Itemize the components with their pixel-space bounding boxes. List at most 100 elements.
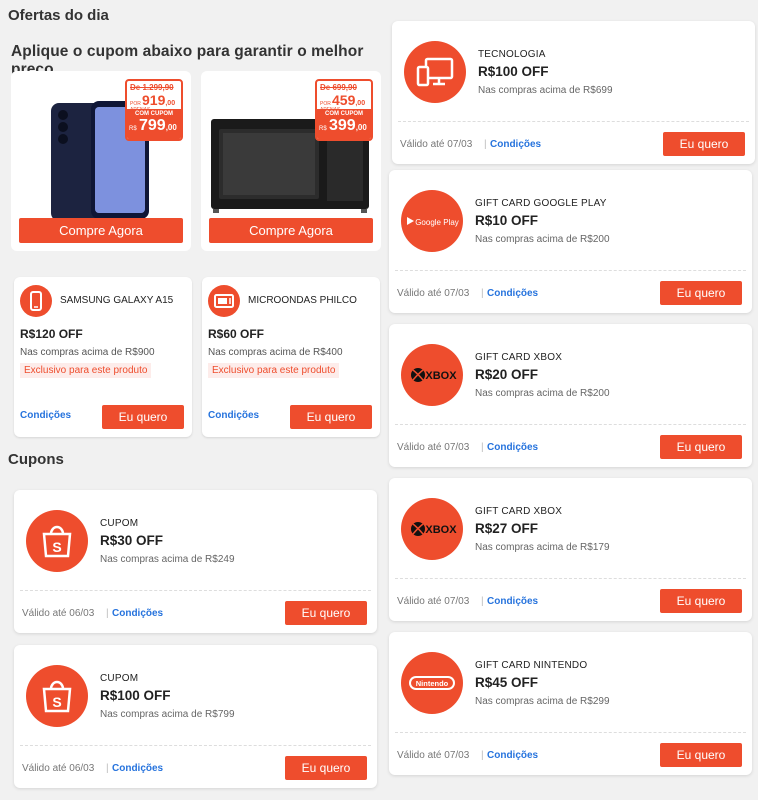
separator: | (106, 763, 109, 774)
eu-quero-button[interactable]: Eu quero (663, 132, 745, 156)
coupon-category: TECNOLOGIA (478, 49, 546, 60)
coupon-amount: R$45 OFF (475, 675, 539, 690)
shopee-bag-icon: S (26, 510, 88, 572)
svg-text:XBOX: XBOX (425, 370, 457, 382)
coupon-card: Google Play GIFT CARD GOOGLE PLAY R$10 O… (389, 170, 752, 313)
coupon-minimum: Nas compras acima de R$249 (100, 554, 235, 565)
coupon-amount: R$20 OFF (475, 367, 539, 382)
eu-quero-button[interactable]: Eu quero (660, 743, 742, 767)
valid-until: Válido até 07/03 (400, 139, 473, 150)
xbox-icon: XBOX (401, 344, 463, 406)
coupon-card: XBOX GIFT CARD XBOX R$20 OFF Nas compras… (389, 324, 752, 467)
section-title-ofertas: Ofertas do dia (8, 7, 109, 24)
valid-until: Válido até 07/03 (397, 750, 470, 761)
conditions-link[interactable]: Condições (208, 410, 259, 421)
valid-until: Válido até 07/03 (397, 442, 470, 453)
com-cupom-label: COM CUPOM (325, 111, 363, 117)
svg-text:Nintendo: Nintendo (416, 679, 449, 688)
coupon-category: CUPOM (100, 518, 139, 529)
product-coupon-samsung: SAMSUNG GALAXY A15 R$120 OFF Nas compras… (14, 277, 192, 437)
compre-agora-button[interactable]: Compre Agora (19, 218, 183, 243)
coupon-minimum: Nas compras acima de R$200 (475, 388, 610, 399)
por-cents: ,00 (165, 100, 176, 107)
exclusive-badge: Exclusivo para este produto (20, 363, 152, 378)
coupon-amount: R$10 OFF (475, 213, 539, 228)
divider (20, 745, 371, 746)
coupon-minimum: Nas compras acima de R$699 (478, 85, 613, 96)
coupon-card: S CUPOM R$100 OFF Nas compras acima de R… (14, 645, 377, 788)
divider (398, 121, 749, 122)
cupom-price: 399 (329, 117, 356, 134)
currency: R$ (129, 126, 137, 132)
separator: | (106, 608, 109, 619)
eu-quero-button[interactable]: Eu quero (290, 405, 372, 429)
coupon-minimum: Nas compras acima de R$400 (208, 347, 343, 358)
smartphone-icon (20, 285, 52, 317)
nintendo-icon: Nintendo (401, 652, 463, 714)
microwave-icon (208, 285, 240, 317)
left-panel: Ofertas do dia Aplique o cupom abaixo pa… (0, 0, 383, 800)
por-cents: ,00 (355, 100, 366, 107)
product-coupon-microondas: MICROONDAS PHILCO R$60 OFF Nas compras a… (202, 277, 380, 437)
divider (395, 578, 746, 579)
svg-text:XBOX: XBOX (425, 524, 457, 536)
conditions-link[interactable]: Condições (487, 750, 538, 761)
eu-quero-button[interactable]: Eu quero (102, 405, 184, 429)
por-price: 919 (142, 92, 166, 108)
xbox-icon: XBOX (401, 498, 463, 560)
com-cupom-label: COM CUPOM (135, 111, 173, 117)
por-price: 459 (332, 92, 356, 108)
conditions-link[interactable]: Condições (490, 139, 541, 150)
conditions-link[interactable]: Condições (112, 763, 163, 774)
coupon-minimum: Nas compras acima de R$299 (475, 696, 610, 707)
price-tag: De 699,90 POR APENAS R$ 459 ,00 COM CUPO… (315, 79, 373, 141)
conditions-link[interactable]: Condições (487, 596, 538, 607)
conditions-link[interactable]: Condições (20, 410, 71, 421)
coupon-product-name: MICROONDAS PHILCO (248, 295, 357, 306)
divider (395, 270, 746, 271)
coupon-amount: R$100 OFF (100, 688, 171, 703)
compre-agora-button[interactable]: Compre Agora (209, 218, 373, 243)
coupon-category: GIFT CARD NINTENDO (475, 660, 588, 671)
valid-until: Válido até 07/03 (397, 596, 470, 607)
coupon-amount: R$60 OFF (208, 327, 265, 341)
coupon-minimum: Nas compras acima de R$900 (20, 347, 155, 358)
price-tag: De 1.299,90 POR APENAS R$ 919 ,00 COM CU… (125, 79, 183, 141)
conditions-link[interactable]: Condições (487, 442, 538, 453)
eu-quero-button[interactable]: Eu quero (660, 589, 742, 613)
eu-quero-button[interactable]: Eu quero (285, 601, 367, 625)
right-panel: TECNOLOGIA R$100 OFF Nas compras acima d… (383, 0, 758, 800)
eu-quero-button[interactable]: Eu quero (285, 756, 367, 780)
svg-text:Google Play: Google Play (415, 218, 459, 227)
coupon-card: TECNOLOGIA R$100 OFF Nas compras acima d… (392, 21, 755, 164)
divider (395, 732, 746, 733)
separator: | (481, 288, 484, 299)
computer-icon (404, 41, 466, 103)
coupon-minimum: Nas compras acima de R$200 (475, 234, 610, 245)
valid-until: Válido até 07/03 (397, 288, 470, 299)
coupon-card: S CUPOM R$30 OFF Nas compras acima de R$… (14, 490, 377, 633)
coupon-product-name: SAMSUNG GALAXY A15 (60, 295, 174, 306)
eu-quero-button[interactable]: Eu quero (660, 281, 742, 305)
old-price: De 699,90 (320, 83, 357, 92)
divider (395, 424, 746, 425)
separator: | (481, 442, 484, 453)
coupon-minimum: Nas compras acima de R$799 (100, 709, 235, 720)
google-play-icon: Google Play (401, 190, 463, 252)
coupon-amount: R$27 OFF (475, 521, 539, 536)
conditions-link[interactable]: Condições (487, 288, 538, 299)
separator: | (481, 750, 484, 761)
eu-quero-button[interactable]: Eu quero (660, 435, 742, 459)
cupom-cents: ,00 (355, 123, 367, 132)
valid-until: Válido até 06/03 (22, 763, 95, 774)
divider (20, 590, 371, 591)
coupon-amount: R$30 OFF (100, 533, 164, 548)
coupon-amount: R$120 OFF (20, 327, 83, 341)
product-card-smartphone[interactable]: De 1.299,90 POR APENAS R$ 919 ,00 COM CU… (11, 71, 191, 251)
coupon-amount: R$100 OFF (478, 64, 549, 79)
conditions-link[interactable]: Condições (112, 608, 163, 619)
section-title-cupons: Cupons (8, 451, 64, 468)
valid-until: Válido até 06/03 (22, 608, 95, 619)
coupon-minimum: Nas compras acima de R$179 (475, 542, 610, 553)
product-card-microwave[interactable]: De 699,90 POR APENAS R$ 459 ,00 COM CUPO… (201, 71, 381, 251)
